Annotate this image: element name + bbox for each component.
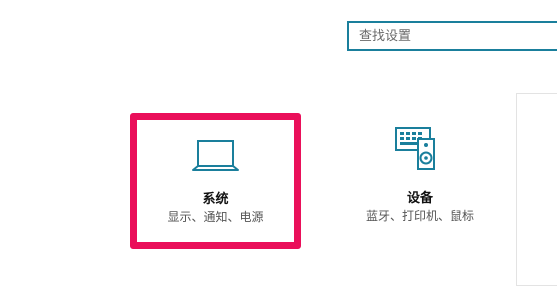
tile-system-title: 系统 xyxy=(202,192,229,207)
search-box[interactable] xyxy=(347,21,557,51)
tile-system[interactable]: 系统 显示、通知、电源 xyxy=(130,113,301,249)
next-tile-partial xyxy=(516,93,557,286)
tile-devices-title: 设备 xyxy=(406,191,433,206)
search-input[interactable] xyxy=(349,23,557,49)
laptop-icon xyxy=(137,139,294,173)
tile-system-description: 显示、通知、电源 xyxy=(167,210,264,224)
tile-devices[interactable]: 设备 蓝牙、打印机、鼠标 xyxy=(330,120,510,240)
keyboard-speaker-icon xyxy=(330,126,510,176)
tile-devices-description: 蓝牙、打印机、鼠标 xyxy=(365,209,474,223)
